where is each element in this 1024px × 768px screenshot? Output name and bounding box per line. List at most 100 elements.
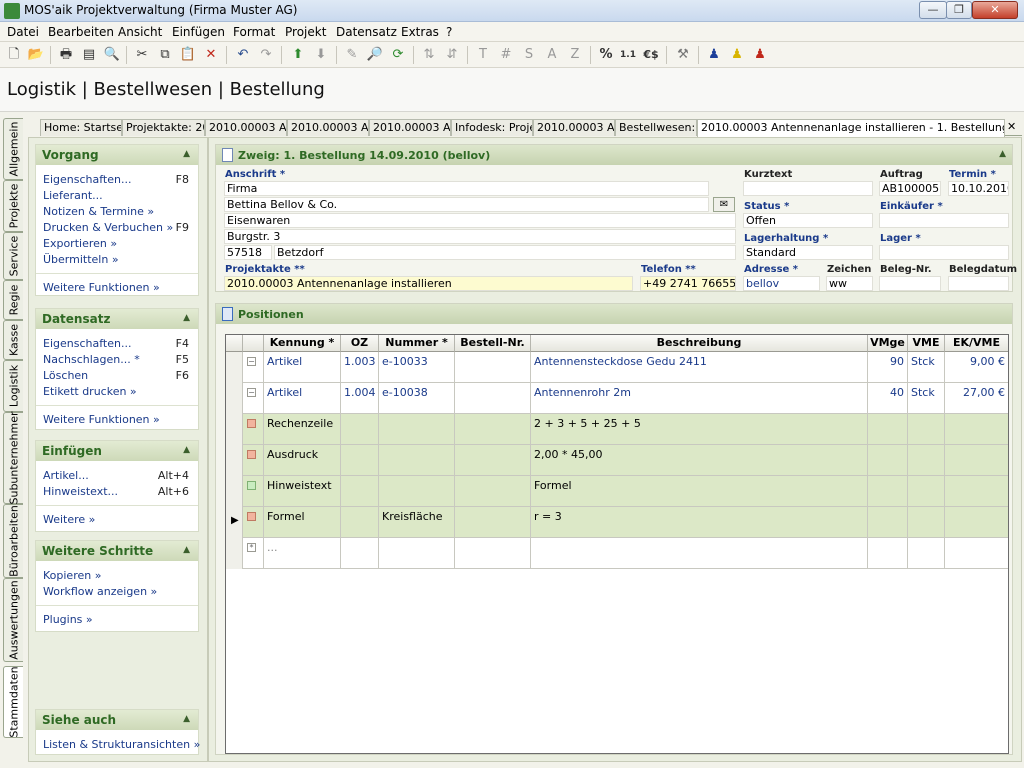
user-yellow-icon[interactable]: ♟ xyxy=(728,46,746,64)
anschrift-line-2[interactable]: Bettina Bellov & Co. xyxy=(224,197,709,212)
row-selector[interactable] xyxy=(226,445,243,476)
link-eigenschaften[interactable]: Eigenschaften... xyxy=(43,337,131,350)
menu-datensatz[interactable]: Datensatz xyxy=(336,25,397,39)
vtab-subunternehmer[interactable]: Subunternehmer xyxy=(3,411,23,505)
cell-nummer[interactable] xyxy=(379,414,455,445)
vtab-logistik[interactable]: Logistik xyxy=(3,360,23,412)
cell-kennung[interactable]: Rechenzeile xyxy=(264,414,341,445)
cell-bestell[interactable] xyxy=(455,507,531,538)
vtab-allgemein[interactable]: Allgemein xyxy=(3,118,23,180)
cell-vmge[interactable] xyxy=(868,538,908,569)
cell-kennung[interactable]: Artikel xyxy=(264,352,341,383)
user-blue-icon[interactable]: ♟ xyxy=(705,46,723,64)
vtab-auswertungen[interactable]: Auswertungen xyxy=(3,578,23,662)
auftrag-field[interactable]: AB100005 xyxy=(879,181,941,196)
table-row[interactable]: − Artikel 1.003 e-10033 Antennensteckdose Ge… xyxy=(226,352,1008,383)
cell-vme[interactable] xyxy=(908,476,945,507)
table-row[interactable]: ▶ Formel Kreisfläche r = 3 xyxy=(226,507,1008,538)
belegnr-field[interactable] xyxy=(879,276,941,291)
vtab-projekte[interactable]: Projekte xyxy=(3,180,23,232)
preview-icon[interactable]: 🔍 xyxy=(103,46,121,64)
zeichen-field[interactable]: ww xyxy=(826,276,873,291)
new-file-icon[interactable]: 🗋 xyxy=(5,46,23,64)
text-t-icon[interactable]: T xyxy=(474,46,492,64)
cell-vme[interactable] xyxy=(908,538,945,569)
link-etikett-drucken[interactable]: Etikett drucken » xyxy=(43,385,137,398)
doctab-projektakte[interactable]: Projektakte: 2010.00003 xyxy=(122,119,205,136)
print-preview-icon[interactable]: ▤ xyxy=(80,46,98,64)
cell-beschreibung[interactable]: Antennenrohr 2m xyxy=(531,383,868,414)
link-lieferant[interactable]: Lieferant... xyxy=(43,189,103,202)
link-weitere-funktionen[interactable]: Weitere Funktionen » xyxy=(43,413,160,426)
cell-bestell[interactable] xyxy=(455,538,531,569)
cell-beschreibung[interactable] xyxy=(531,538,868,569)
vtab-stammdaten[interactable]: Stammdaten xyxy=(3,666,23,738)
s-icon[interactable]: S xyxy=(520,46,538,64)
section-header[interactable]: Siehe auch ▲ xyxy=(36,710,198,730)
cell-vme[interactable]: Stck xyxy=(908,383,945,414)
row-selector[interactable] xyxy=(226,352,243,383)
link-plugins[interactable]: Plugins » xyxy=(43,613,93,626)
cell-beschreibung[interactable]: Antennensteckdose Gedu 2411 xyxy=(531,352,868,383)
vtab-kasse[interactable]: Kasse xyxy=(3,320,23,360)
cell-bestell[interactable] xyxy=(455,445,531,476)
grid-header-bestellnr[interactable]: Bestell-Nr. xyxy=(455,335,531,352)
plz-field[interactable]: 57518 xyxy=(224,245,272,260)
collapse-icon[interactable]: ▲ xyxy=(999,149,1006,159)
ort-field[interactable]: Betzdorf xyxy=(274,245,736,260)
cell-kennung[interactable]: ... xyxy=(264,538,341,569)
cell-vme[interactable]: Stck xyxy=(908,352,945,383)
cell-oz[interactable] xyxy=(341,476,379,507)
vtab-bueroarbeiten[interactable]: Büroarbeiten xyxy=(3,504,23,578)
close-tab-icon[interactable]: ✕ xyxy=(1007,120,1016,133)
link-hinweistext[interactable]: Hinweistext... xyxy=(43,485,118,498)
doctab-vorgang-2[interactable]: 2010.00003 Antennenanlage xyxy=(287,119,369,136)
sort-asc-icon[interactable]: ⇅ xyxy=(420,46,438,64)
cell-vmge[interactable] xyxy=(868,445,908,476)
cell-beschreibung[interactable]: r = 3 xyxy=(531,507,868,538)
link-eigenschaften[interactable]: Eigenschaften... xyxy=(43,173,131,186)
close-window-button[interactable]: ✕ xyxy=(972,1,1018,19)
collapse-icon[interactable]: ▲ xyxy=(183,313,190,323)
cell-ek[interactable] xyxy=(945,507,1008,538)
row-selector[interactable] xyxy=(226,476,243,507)
lagerhaltung-field[interactable]: Standard xyxy=(743,245,873,260)
doctab-bestellwesen[interactable]: Bestellwesen: Bestellung xyxy=(615,119,697,136)
cell-kennung[interactable]: Artikel xyxy=(264,383,341,414)
undo-icon[interactable]: ↶ xyxy=(234,46,252,64)
a-icon[interactable]: A xyxy=(543,46,561,64)
cell-vmge[interactable] xyxy=(868,507,908,538)
hash-icon[interactable]: # xyxy=(497,46,515,64)
menu-bearbeiten[interactable]: Bearbeiten xyxy=(48,25,114,39)
link-uebermitteln[interactable]: Übermitteln » xyxy=(43,253,119,266)
link-nachschlagen[interactable]: Nachschlagen... * xyxy=(43,353,140,366)
cell-vme[interactable] xyxy=(908,414,945,445)
cell-nummer[interactable]: e-10033 xyxy=(379,352,455,383)
menu-format[interactable]: Format xyxy=(233,25,275,39)
positions-grid[interactable]: Kennung * OZ Nummer * Bestell-Nr. Beschr… xyxy=(225,334,1009,754)
cell-oz[interactable]: 1.003 xyxy=(341,352,379,383)
cut-icon[interactable]: ✂ xyxy=(133,46,151,64)
cell-vmge[interactable]: 40 xyxy=(868,383,908,414)
table-row[interactable]: Ausdruck 2,00 * 45,00 xyxy=(226,445,1008,476)
cell-beschreibung[interactable]: Formel xyxy=(531,476,868,507)
cell-vmge[interactable]: 90 xyxy=(868,352,908,383)
link-notizen-termine[interactable]: Notizen & Termine » xyxy=(43,205,154,218)
link-workflow-anzeigen[interactable]: Workflow anzeigen » xyxy=(43,585,157,598)
cell-bestell[interactable] xyxy=(455,414,531,445)
percent-icon[interactable]: % xyxy=(597,46,615,64)
cell-oz[interactable] xyxy=(341,414,379,445)
grid-header-vmge[interactable]: VMge xyxy=(868,335,908,352)
collapse-icon[interactable]: ▲ xyxy=(183,149,190,159)
find-icon[interactable]: 🔎 xyxy=(366,46,384,64)
link-loeschen[interactable]: Löschen xyxy=(43,369,88,382)
section-header[interactable]: Vorgang ▲ xyxy=(36,145,198,165)
open-folder-icon[interactable]: 📂 xyxy=(27,46,45,64)
cell-nummer[interactable]: e-10038 xyxy=(379,383,455,414)
cell-oz[interactable]: 1.004 xyxy=(341,383,379,414)
doctab-active[interactable]: 2010.00003 Antennenanlage installieren -… xyxy=(697,119,1005,137)
copy-icon[interactable]: ⧉ xyxy=(156,46,174,64)
cell-kennung[interactable]: Formel xyxy=(264,507,341,538)
link-kopieren[interactable]: Kopieren » xyxy=(43,569,101,582)
grid-header-nummer[interactable]: Nummer * xyxy=(379,335,455,352)
